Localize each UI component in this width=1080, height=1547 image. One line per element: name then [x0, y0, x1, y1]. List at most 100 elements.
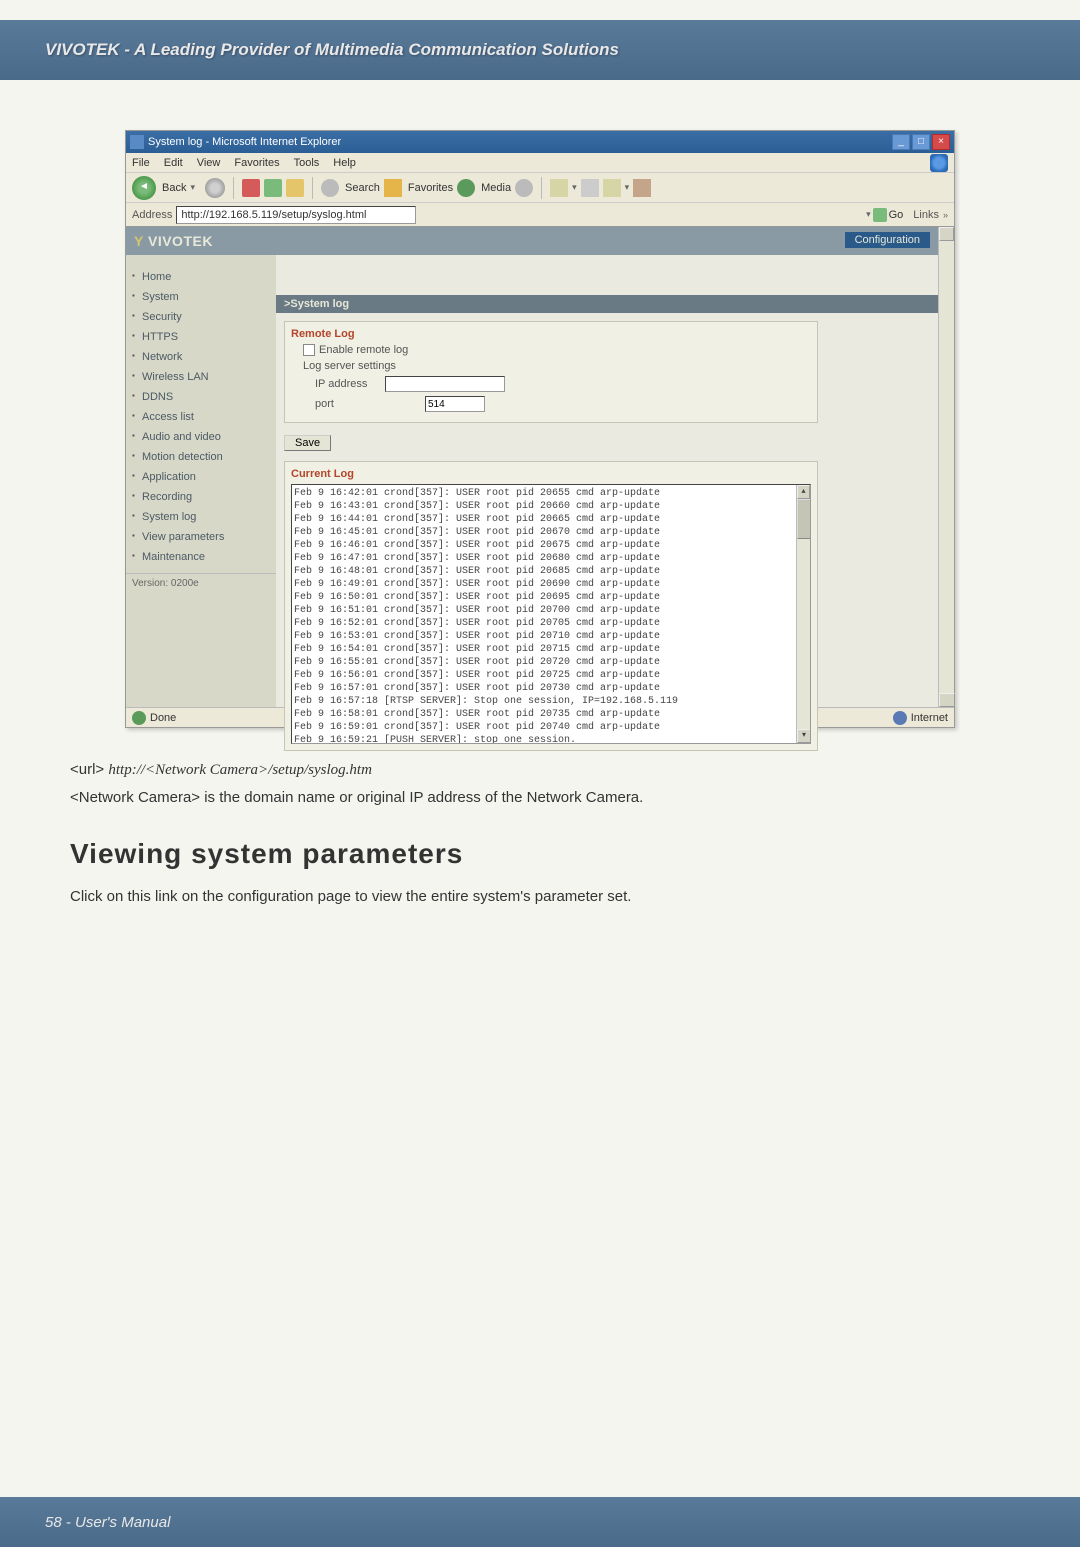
log-line: Feb 9 16:48:01 crond[357]: USER root pid…: [294, 565, 808, 578]
ie-logo-icon: [930, 154, 948, 172]
separator: [233, 177, 234, 199]
favorites-icon[interactable]: [384, 179, 402, 197]
separator: [541, 177, 542, 199]
log-line: Feb 9 16:55:01 crond[357]: USER root pid…: [294, 656, 808, 669]
maximize-button[interactable]: □: [912, 134, 930, 150]
window-titlebar: System log - Microsoft Internet Explorer…: [126, 131, 954, 153]
port-input[interactable]: [425, 396, 485, 412]
save-button[interactable]: Save: [284, 435, 331, 451]
enable-remote-checkbox[interactable]: [303, 344, 315, 356]
page-scroll-up-icon[interactable]: [939, 227, 954, 241]
favorites-label: Favorites: [408, 182, 453, 194]
window-title: System log - Microsoft Internet Explorer: [148, 136, 892, 148]
nav-wireless-lan[interactable]: Wireless LAN: [126, 367, 276, 387]
nav-application[interactable]: Application: [126, 467, 276, 487]
log-line: Feb 9 16:57:18 [RTSP SERVER]: Stop one s…: [294, 695, 808, 708]
search-label: Search: [345, 182, 380, 194]
back-dropdown-icon[interactable]: ▾: [190, 182, 195, 193]
scroll-up-icon[interactable]: ▴: [797, 485, 810, 499]
enable-remote-label: Enable remote log: [319, 344, 408, 356]
section-header: >System log: [276, 295, 938, 313]
close-button[interactable]: ×: [932, 134, 950, 150]
ip-address-label: IP address: [315, 378, 385, 390]
menu-edit[interactable]: Edit: [164, 157, 183, 169]
ie-icon: [130, 135, 144, 149]
links-chevron-icon[interactable]: »: [943, 210, 948, 220]
log-line: Feb 9 16:46:01 crond[357]: USER root pid…: [294, 539, 808, 552]
config-badge: Configuration: [845, 232, 930, 248]
log-line: Feb 9 16:54:01 crond[357]: USER root pid…: [294, 643, 808, 656]
doc-body-text: Click on this link on the configuration …: [60, 888, 1020, 905]
log-line: Feb 9 16:45:01 crond[357]: USER root pid…: [294, 526, 808, 539]
page-scrollbar[interactable]: [938, 227, 954, 707]
nav-system[interactable]: System: [126, 287, 276, 307]
url-value: http://<Network Camera>/setup/syslog.htm: [108, 762, 372, 778]
links-label[interactable]: Links: [913, 209, 939, 221]
nav-access-list[interactable]: Access list: [126, 407, 276, 427]
nav-home[interactable]: Home: [126, 267, 276, 287]
back-button[interactable]: [132, 176, 156, 200]
edit-dropdown-icon[interactable]: ▾: [625, 182, 630, 193]
discuss-icon[interactable]: [633, 179, 651, 197]
log-line: Feb 9 16:58:01 crond[357]: USER root pid…: [294, 708, 808, 721]
log-line: Feb 9 16:53:01 crond[357]: USER root pid…: [294, 630, 808, 643]
banner-text: VIVOTEK - A Leading Provider of Multimed…: [45, 40, 619, 60]
forward-button[interactable]: [205, 178, 225, 198]
media-icon[interactable]: [457, 179, 475, 197]
history-icon[interactable]: [515, 179, 533, 197]
menu-file[interactable]: File: [132, 157, 150, 169]
minimize-button[interactable]: _: [892, 134, 910, 150]
go-icon[interactable]: [873, 208, 887, 222]
log-line: Feb 9 16:47:01 crond[357]: USER root pid…: [294, 552, 808, 565]
footer-text: 58 - User's Manual: [45, 1514, 170, 1531]
ip-address-input[interactable]: [385, 376, 505, 392]
nav-ddns[interactable]: DDNS: [126, 387, 276, 407]
nav-maintenance[interactable]: Maintenance: [126, 547, 276, 567]
home-icon[interactable]: [286, 179, 304, 197]
log-line: Feb 9 16:59:01 crond[357]: USER root pid…: [294, 721, 808, 734]
search-icon[interactable]: [321, 179, 339, 197]
log-line: Feb 9 16:42:01 crond[357]: USER root pid…: [294, 487, 808, 500]
menu-favorites[interactable]: Favorites: [234, 157, 279, 169]
doc-banner: VIVOTEK - A Leading Provider of Multimed…: [0, 20, 1080, 80]
nav-https[interactable]: HTTPS: [126, 327, 276, 347]
back-label: Back: [162, 182, 186, 194]
port-label: port: [315, 398, 385, 410]
log-server-settings-label: Log server settings: [303, 360, 811, 372]
url-note: <Network Camera> is the domain name or o…: [70, 786, 1020, 810]
print-icon[interactable]: [581, 179, 599, 197]
nav-recording[interactable]: Recording: [126, 487, 276, 507]
nav-view-parameters[interactable]: View parameters: [126, 527, 276, 547]
sidebar: Y VIVOTEK Home System Security HTTPS Net…: [126, 227, 276, 707]
log-textarea[interactable]: Feb 9 16:42:01 crond[357]: USER root pid…: [291, 484, 811, 744]
current-log-panel: Current Log Feb 9 16:42:01 crond[357]: U…: [284, 461, 818, 751]
app-logo: Y VIVOTEK: [126, 227, 276, 255]
separator: [312, 177, 313, 199]
nav-motion-detection[interactable]: Motion detection: [126, 447, 276, 467]
log-line: Feb 9 16:51:01 crond[357]: USER root pid…: [294, 604, 808, 617]
internet-zone-icon: [893, 711, 907, 725]
scroll-down-icon[interactable]: ▾: [797, 729, 811, 743]
refresh-icon[interactable]: [264, 179, 282, 197]
scroll-thumb[interactable]: [797, 499, 811, 539]
menu-help[interactable]: Help: [333, 157, 356, 169]
nav-network[interactable]: Network: [126, 347, 276, 367]
address-dropdown-icon[interactable]: ▾: [866, 209, 871, 220]
url-line: <url> http://<Network Camera>/setup/sysl…: [70, 758, 1020, 782]
nav-security[interactable]: Security: [126, 307, 276, 327]
page-scroll-down-icon[interactable]: [939, 693, 955, 707]
menu-view[interactable]: View: [197, 157, 221, 169]
edit-icon[interactable]: [603, 179, 621, 197]
zone-label: Internet: [911, 712, 948, 724]
nav-audio-video[interactable]: Audio and video: [126, 427, 276, 447]
log-line: Feb 9 16:52:01 crond[357]: USER root pid…: [294, 617, 808, 630]
stop-icon[interactable]: [242, 179, 260, 197]
log-line: Feb 9 16:43:01 crond[357]: USER root pid…: [294, 500, 808, 513]
mail-dropdown-icon[interactable]: ▾: [572, 182, 577, 193]
remote-log-title: Remote Log: [291, 328, 811, 340]
mail-icon[interactable]: [550, 179, 568, 197]
address-input[interactable]: [176, 206, 416, 224]
nav-system-log[interactable]: System log: [126, 507, 276, 527]
log-scrollbar[interactable]: ▴ ▾: [796, 485, 810, 743]
menu-tools[interactable]: Tools: [294, 157, 320, 169]
